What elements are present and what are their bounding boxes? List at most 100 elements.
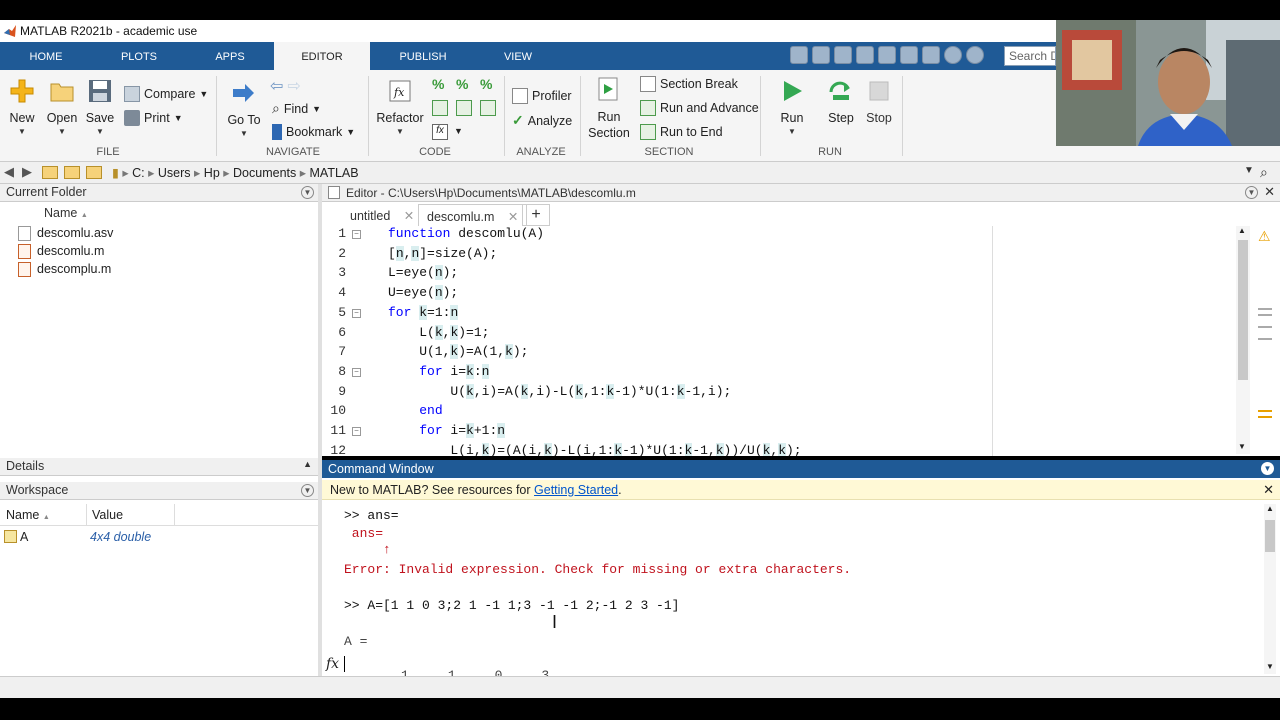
- search-documentation-input[interactable]: Search D: [1004, 46, 1056, 66]
- increase-indent-icon[interactable]: [480, 100, 496, 116]
- chevron-down-icon[interactable]: ▼: [1244, 165, 1254, 176]
- fold-toggle-icon[interactable]: −: [352, 308, 361, 318]
- refactor-button[interactable]: fx Refactor ▼: [376, 78, 424, 136]
- chevron-down-icon[interactable]: ▼: [454, 126, 463, 136]
- tab-publish[interactable]: PUBLISH: [370, 42, 476, 70]
- up-folder-icon[interactable]: [42, 166, 58, 179]
- tab-apps[interactable]: APPS: [186, 42, 274, 70]
- forward-arrow-icon[interactable]: ▶: [22, 164, 32, 180]
- editor-tab-descomlu[interactable]: descomlu.m ✕: [418, 204, 528, 226]
- analyze-button[interactable]: ✓ Analyze: [512, 112, 572, 129]
- wrap-comments-icon[interactable]: %: [480, 76, 496, 92]
- save-icon[interactable]: [790, 46, 808, 64]
- step-button[interactable]: Step: [824, 78, 858, 125]
- run-section-button[interactable]: Run Section: [586, 76, 632, 141]
- code-line[interactable]: 10 end: [322, 403, 1242, 423]
- section-break-button[interactable]: Section Break: [640, 76, 738, 92]
- close-tab-icon[interactable]: ✕: [404, 209, 414, 223]
- breadcrumb-hp[interactable]: Hp: [204, 166, 220, 180]
- open-button[interactable]: Open ▼: [44, 78, 80, 136]
- scroll-down-icon[interactable]: ▼: [1238, 442, 1246, 451]
- fold-toggle-icon[interactable]: −: [352, 427, 361, 436]
- insert-function-icon[interactable]: fx: [432, 124, 448, 140]
- breadcrumb-drive[interactable]: C:: [132, 166, 145, 180]
- switch-windows-icon[interactable]: [922, 46, 940, 64]
- run-and-advance-button[interactable]: Run and Advance: [640, 100, 759, 116]
- tab-view[interactable]: VIEW: [476, 42, 560, 70]
- new-tab-plus-icon[interactable]: +: [522, 204, 550, 226]
- code-line[interactable]: 9 U(k,i)=A(k,i)-L(k,1:k-1)*U(1:k-1,i);: [322, 383, 1242, 404]
- code-line[interactable]: 3 L=eye(n);: [322, 265, 1242, 285]
- scrollbar-thumb[interactable]: [1238, 240, 1248, 380]
- warning-marker[interactable]: [1258, 410, 1272, 412]
- run-button[interactable]: Run ▼: [774, 78, 810, 136]
- close-icon[interactable]: ✕: [1263, 482, 1274, 498]
- stop-button[interactable]: Stop: [862, 78, 896, 125]
- breadcrumb-users[interactable]: Users: [158, 166, 191, 180]
- code-area[interactable]: 1− function descomlu(A) 2 [n,n]=size(A); 3 L=…: [322, 226, 1242, 456]
- getting-started-link[interactable]: Getting Started: [534, 483, 618, 497]
- redo-icon[interactable]: [900, 46, 918, 64]
- code-line[interactable]: 7 U(1,k)=A(1,k);: [322, 344, 1242, 364]
- code-line[interactable]: 1− function descomlu(A): [322, 226, 1242, 246]
- fx-icon[interactable]: fx: [326, 656, 339, 672]
- warning-icon[interactable]: ⚠: [1258, 228, 1271, 245]
- search-icon[interactable]: ⌕: [1260, 164, 1268, 181]
- workspace-value-column[interactable]: Value: [92, 508, 123, 522]
- panel-options-icon[interactable]: ▼: [301, 186, 314, 199]
- tab-home[interactable]: HOME: [0, 42, 92, 70]
- run-to-end-button[interactable]: Run to End: [640, 124, 723, 140]
- name-column-header[interactable]: Name ▲: [44, 206, 88, 220]
- copy-icon[interactable]: [834, 46, 852, 64]
- scroll-up-icon[interactable]: ▲: [1238, 226, 1246, 235]
- panel-options-icon[interactable]: ▼: [1261, 462, 1274, 475]
- go-to-button[interactable]: Go To ▼: [224, 80, 264, 138]
- code-marker[interactable]: [1258, 326, 1272, 328]
- paste-icon[interactable]: [856, 46, 874, 64]
- tab-editor[interactable]: EDITOR: [274, 42, 370, 70]
- chevron-down-icon[interactable]: [966, 46, 984, 64]
- close-tab-icon[interactable]: ✕: [508, 210, 518, 224]
- code-line[interactable]: 11− for i=k+1:n: [322, 423, 1242, 443]
- code-line[interactable]: 6 L(k,k)=1;: [322, 324, 1242, 345]
- code-marker[interactable]: [1258, 338, 1272, 340]
- code-line[interactable]: 12 L(i,k)=(A(i,k)-L(i,1:k-1)*U(1:k-1,k))…: [322, 442, 1242, 456]
- file-item[interactable]: descomlu.asv: [18, 224, 113, 242]
- warning-marker[interactable]: [1258, 416, 1272, 418]
- editor-tab-untitled[interactable]: untitled ✕: [342, 204, 422, 226]
- fold-toggle-icon[interactable]: −: [352, 367, 361, 377]
- editor-scrollbar[interactable]: ▲ ▼: [1236, 226, 1250, 454]
- cut-icon[interactable]: [812, 46, 830, 64]
- code-marker[interactable]: [1258, 314, 1272, 316]
- folder-options-icon[interactable]: [86, 166, 102, 179]
- chevron-up-icon[interactable]: ▲: [303, 459, 312, 469]
- compare-button[interactable]: Compare ▼: [124, 86, 208, 102]
- panel-options-icon[interactable]: ▼: [301, 484, 314, 497]
- scroll-down-icon[interactable]: ▼: [1266, 662, 1274, 671]
- close-icon[interactable]: ✕: [1264, 184, 1275, 200]
- comment-percent-icon[interactable]: %: [432, 76, 448, 92]
- breadcrumb-matlab[interactable]: MATLAB: [310, 166, 359, 180]
- new-button[interactable]: New ▼: [6, 78, 38, 136]
- tab-plots[interactable]: PLOTS: [92, 42, 186, 70]
- decrease-indent-icon[interactable]: [456, 100, 472, 116]
- code-line[interactable]: 2 [n,n]=size(A);: [322, 245, 1242, 266]
- fold-toggle-icon[interactable]: −: [352, 230, 361, 239]
- workspace-name-column[interactable]: Name ▲: [6, 508, 50, 522]
- find-button[interactable]: ⌕ Find ▼: [272, 100, 321, 117]
- bookmark-button[interactable]: Bookmark ▼: [272, 124, 355, 140]
- print-button[interactable]: Print ▼: [124, 110, 183, 126]
- command-prompt-area[interactable]: fx 1 1 0 3: [322, 656, 1262, 676]
- details-header[interactable]: Details ▲: [0, 458, 318, 476]
- workspace-row[interactable]: A 4x4 double: [0, 528, 318, 546]
- smart-indent-icon[interactable]: [432, 100, 448, 116]
- file-item[interactable]: descomlu.m: [18, 242, 104, 260]
- undo-icon[interactable]: [878, 46, 896, 64]
- profiler-button[interactable]: Profiler: [512, 88, 572, 104]
- back-arrow-icon[interactable]: ◀: [4, 164, 14, 180]
- save-button[interactable]: Save ▼: [84, 78, 116, 136]
- forward-arrow-icon[interactable]: ⇨: [287, 76, 300, 96]
- scroll-up-icon[interactable]: ▲: [1266, 504, 1274, 513]
- help-icon[interactable]: [944, 46, 962, 64]
- breadcrumb-documents[interactable]: Documents: [233, 166, 296, 180]
